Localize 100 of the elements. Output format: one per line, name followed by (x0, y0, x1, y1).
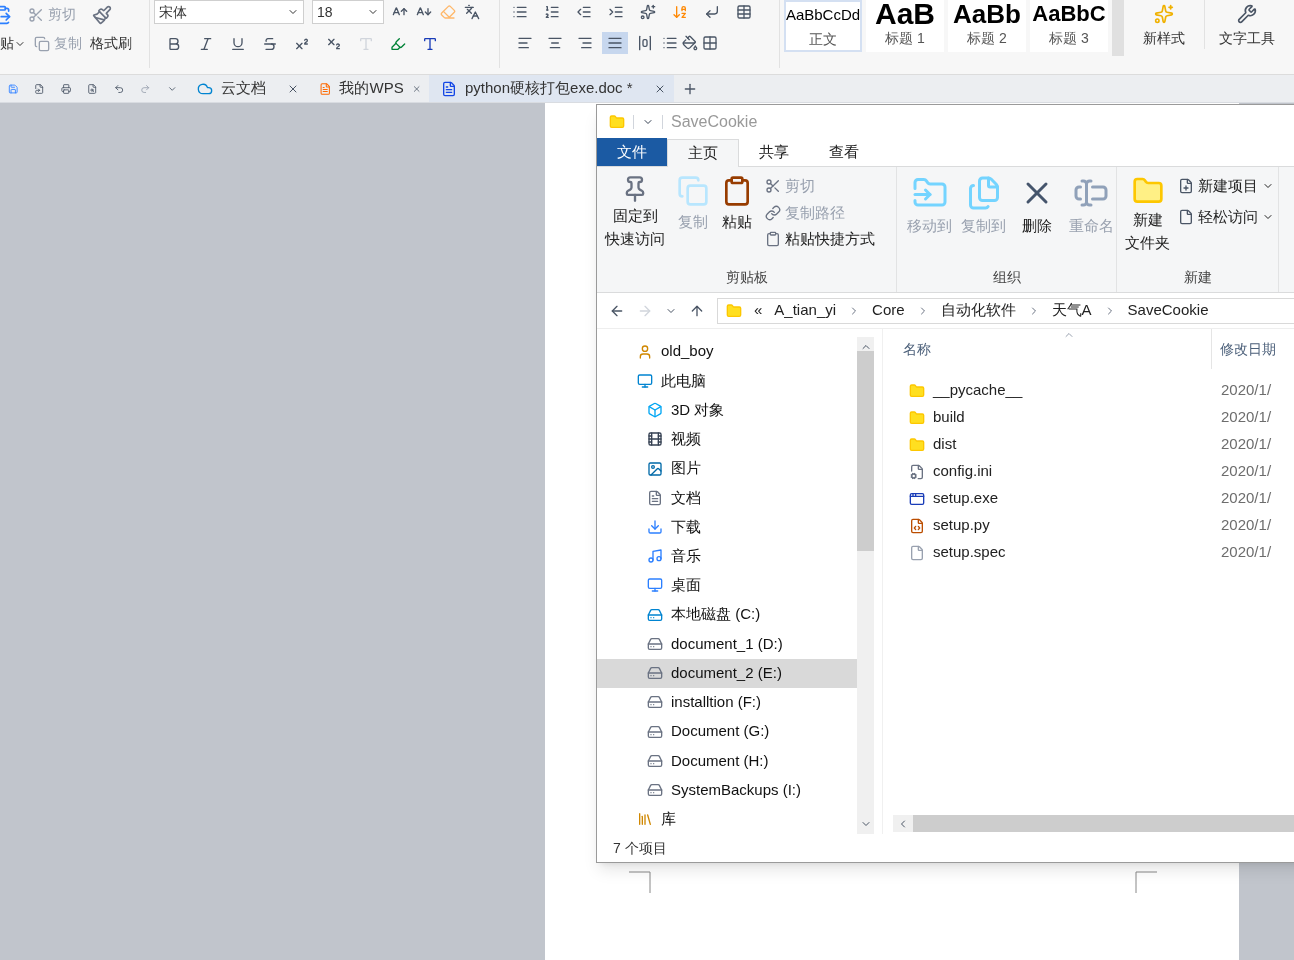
ribbon-command[interactable]: 粘贴快捷方式 (765, 228, 875, 251)
paragraph-mark-icon[interactable] (704, 4, 720, 20)
file-name: build (933, 407, 965, 428)
new-folder-button[interactable]: 新建 文件夹 (1125, 175, 1170, 267)
file-row[interactable]: setup.py 2020/1/ (893, 512, 1294, 539)
file-row[interactable]: config.ini 2020/1/ (893, 458, 1294, 485)
folder-icon (909, 382, 925, 399)
drive-icon (647, 752, 663, 769)
breadcrumb-item[interactable]: Core (872, 299, 905, 322)
nav-item[interactable]: 3D 对象 (597, 395, 857, 425)
ribbon-tab[interactable]: 文件 (597, 138, 667, 166)
line-spacing-icon[interactable] (662, 35, 678, 51)
file-row[interactable]: __pycache__ 2020/1/ (893, 377, 1294, 404)
breadcrumb-item[interactable]: SaveCookie (1127, 299, 1209, 322)
file-row[interactable]: setup.exe 2020/1/ (893, 485, 1294, 512)
style-preset[interactable]: AaBbC 标题 3 (1030, 0, 1108, 52)
document-tab[interactable]: python硬核打包exe.doc * (429, 75, 674, 102)
nav-item[interactable]: SystemBackups (I:) (597, 775, 857, 805)
style-preset[interactable]: AaBb 标题 2 (948, 0, 1026, 52)
file-name: setup.exe (933, 488, 999, 509)
pinyin-icon[interactable] (464, 4, 480, 20)
italic-icon[interactable] (198, 36, 214, 52)
font-family-field[interactable]: 宋体 (154, 0, 304, 24)
wrench-icon (1236, 4, 1257, 24)
drive-icon (647, 723, 663, 740)
text-tools-button[interactable]: 文字工具 (1204, 0, 1288, 49)
scissors-icon (28, 6, 44, 23)
breadcrumb-item[interactable]: 自动化软件 (940, 299, 1016, 322)
indent-icon[interactable] (608, 4, 624, 20)
align-center-icon (547, 35, 563, 51)
font-size-field[interactable]: 18 (312, 0, 384, 24)
nav-item[interactable]: 文档 (597, 483, 857, 513)
status-text: 7 个项目 (613, 838, 667, 858)
nav-item[interactable]: 音乐 (597, 541, 857, 571)
scrollbar[interactable] (857, 337, 874, 834)
nav-item[interactable]: old_boy (597, 337, 857, 367)
file-row[interactable]: dist 2020/1/ (893, 431, 1294, 458)
breadcrumb-item[interactable]: 天气A (1051, 299, 1092, 322)
file-row[interactable]: build 2020/1/ (893, 404, 1294, 431)
superscript-icon[interactable] (294, 36, 310, 52)
style-label: 正文 (809, 30, 837, 49)
style-preset[interactable]: AaB 标题 1 (866, 0, 944, 52)
nav-item[interactable]: document_1 (D:) (597, 629, 857, 659)
nav-item[interactable]: 图片 (597, 453, 857, 484)
copy-icon (34, 35, 50, 52)
nav-item[interactable]: document_2 (E:) (597, 658, 857, 688)
pin-button[interactable]: 固定到 快速访问 (605, 175, 665, 267)
style-preview: AaBb (953, 0, 1021, 28)
nav-item[interactable]: installtion (F:) (597, 687, 857, 718)
scroll-thumb[interactable] (857, 350, 874, 551)
align-button[interactable] (602, 32, 628, 54)
paste-button[interactable]: 粘贴 (721, 175, 753, 267)
nav-item[interactable]: 库 (597, 804, 857, 834)
bold-icon[interactable] (166, 36, 182, 52)
underline-icon[interactable] (230, 36, 246, 52)
shading-icon[interactable] (682, 35, 698, 51)
font-color-icon[interactable] (422, 36, 438, 52)
ribbon-command[interactable]: 轻松访问 (1178, 205, 1274, 228)
ribbon-tab[interactable]: 共享 (739, 138, 809, 166)
format-painter-button[interactable]: 格式刷 (90, 33, 132, 54)
ribbon-command[interactable]: 删除 (1012, 175, 1063, 267)
nav-item[interactable]: 视频 (597, 424, 857, 454)
nav-item[interactable]: 下载 (597, 512, 857, 542)
ribbon-tab[interactable]: 查看 (809, 138, 879, 166)
nav-item[interactable]: 本地磁盘 (C:) (597, 600, 857, 630)
file-name: config.ini (933, 461, 993, 482)
bullet-list-icon[interactable] (512, 4, 528, 20)
nav-item[interactable]: Document (H:) (597, 746, 857, 776)
file-name: dist (933, 434, 957, 455)
brush-icon[interactable] (92, 4, 112, 25)
table-icon[interactable] (736, 4, 752, 20)
numbered-list-icon[interactable] (544, 4, 560, 20)
highlighter-icon[interactable] (390, 36, 406, 52)
file-date: 2020/1/ (1221, 488, 1272, 509)
border-icon[interactable] (702, 35, 718, 51)
file-name: setup.py (933, 515, 990, 536)
nav-item[interactable]: Document (G:) (597, 717, 857, 747)
address-bar[interactable]: « A_tian_yi Core 自动化软件 天气A SaveCookie (717, 297, 1294, 324)
document-tab[interactable]: 云文档 (185, 75, 307, 102)
download-icon (647, 519, 663, 535)
nav-item[interactable]: 此电脑 (597, 366, 857, 396)
ribbon-tab[interactable]: 主页 (667, 139, 739, 167)
overflow-chevrons[interactable]: « (754, 299, 763, 322)
subscript-icon[interactable] (326, 36, 342, 52)
paste-button[interactable]: 贴 (0, 33, 26, 54)
desktop-icon (647, 577, 663, 594)
nav-item[interactable]: 桌面 (597, 570, 857, 601)
new-style-button[interactable]: 新样式 (1128, 0, 1200, 49)
ribbon-command[interactable]: 新建项目 (1178, 175, 1274, 198)
style-label: 标题 3 (1049, 29, 1089, 48)
drive-icon (647, 606, 663, 623)
column-header[interactable]: 修改日期 (1211, 329, 1276, 369)
style-preset[interactable]: AaBbCcDd 正文 (784, 0, 862, 52)
column-header[interactable]: 名称 (893, 338, 1211, 360)
strikethrough-icon[interactable] (262, 36, 278, 52)
outdent-icon[interactable] (576, 4, 592, 20)
file-row[interactable]: setup.spec 2020/1/ (893, 539, 1294, 566)
file-date: 2020/1/ (1221, 407, 1272, 428)
document-tab[interactable]: 我的WPS (307, 75, 429, 102)
breadcrumb-item[interactable]: A_tian_yi (774, 299, 837, 322)
